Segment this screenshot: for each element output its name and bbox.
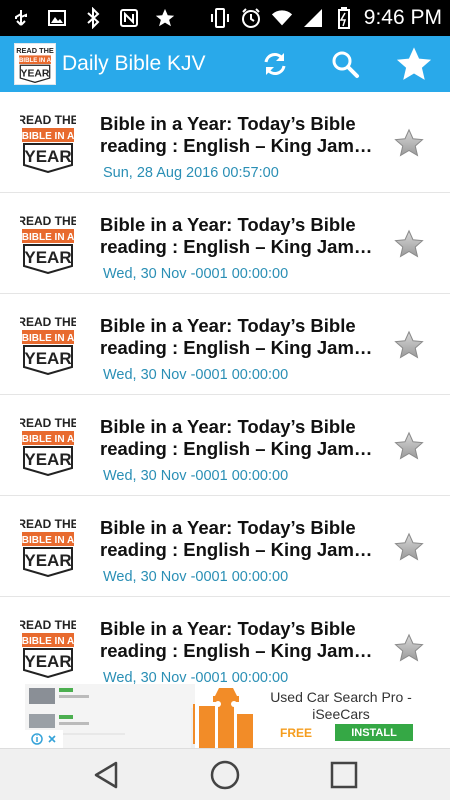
favorite-star-icon[interactable] (394, 633, 424, 663)
list-item[interactable]: READ THE BIBLE IN A YEAR Bible in a Year… (0, 395, 450, 496)
item-title-line1: Bible in a Year: Today’s Bible (100, 214, 356, 235)
nfc-icon (118, 7, 140, 29)
star-icon (154, 7, 176, 29)
photo-icon (46, 7, 68, 29)
logo-text-bible-in-a: BIBLE IN A (22, 434, 74, 445)
refresh-button[interactable] (255, 44, 295, 84)
app-title: Daily Bible KJV (62, 52, 206, 75)
logo-text-year: YEAR (24, 652, 71, 671)
item-date: Wed, 30 Nov -0001 00:00:00 (103, 569, 289, 585)
bible-in-a-year-logo: READ THE BIBLE IN A YEAR (20, 517, 76, 577)
list-item[interactable]: READ THE BIBLE IN A YEAR Bible in a Year… (0, 294, 450, 395)
item-title-line2: reading : English – King James Version (100, 135, 382, 156)
item-title: Bible in a Year: Today’s Bible reading :… (100, 315, 382, 359)
app-logo: READ THE BIBLE IN A YEAR (14, 43, 56, 85)
bible-in-a-year-logo: READ THE BIBLE IN A YEAR (20, 315, 76, 375)
search-button[interactable] (325, 44, 365, 84)
logo-text-year: YEAR (24, 349, 71, 368)
logo-text-read-the: READ THE (20, 517, 76, 531)
item-title-line2: reading : English – King James Version (100, 236, 382, 257)
item-date: Wed, 30 Nov -0001 00:00:00 (103, 468, 289, 484)
ad-banner[interactable]: Used Car Search Pro - iSeeCars FREE INST… (25, 684, 425, 748)
item-title-line2: reading : English – King James Version (100, 640, 382, 661)
favorite-star-icon[interactable] (394, 431, 424, 461)
item-date: Wed, 30 Nov -0001 00:00:00 (103, 266, 289, 282)
item-title: Bible in a Year: Today’s Bible reading :… (100, 618, 382, 662)
favorite-star-icon[interactable] (394, 532, 424, 562)
battery-icon (333, 7, 355, 29)
status-bar: 9:46 PM (0, 0, 450, 36)
list-item[interactable]: READ THE BIBLE IN A YEAR Bible in a Year… (0, 597, 450, 684)
logo-text-year: YEAR (24, 551, 71, 570)
ad-title: Used Car Search Pro - iSeeCars (270, 689, 412, 722)
refresh-icon (264, 53, 286, 75)
vibrate-icon (209, 7, 231, 29)
favorite-star-icon[interactable] (394, 128, 424, 158)
wifi-icon (271, 7, 293, 29)
favorite-star-icon[interactable] (394, 330, 424, 360)
item-title: Bible in a Year: Today’s Bible reading :… (100, 517, 382, 561)
bible-in-a-year-logo: READ THE BIBLE IN A YEAR (20, 416, 76, 476)
favorite-star-icon[interactable] (394, 229, 424, 259)
logo-text-read-the: READ THE (20, 416, 76, 430)
item-title: Bible in a Year: Today’s Bible reading :… (100, 214, 382, 258)
list-item[interactable]: READ THE BIBLE IN A YEAR Bible in a Year… (0, 92, 450, 193)
list-item[interactable]: READ THE BIBLE IN A YEAR Bible in a Year… (0, 496, 450, 597)
favorites-button[interactable] (394, 44, 434, 84)
item-title-line1: Bible in a Year: Today’s Bible (100, 517, 356, 538)
logo-text-bible-in-a: BIBLE IN A (19, 57, 52, 64)
feed-list[interactable]: READ THE BIBLE IN A YEAR Bible in a Year… (0, 92, 450, 684)
logo-text-bible-in-a: BIBLE IN A (22, 636, 74, 647)
item-date: Wed, 30 Nov -0001 00:00:00 (103, 367, 289, 383)
home-icon (210, 760, 240, 790)
signal-icon (302, 7, 324, 29)
logo-text-year: YEAR (24, 248, 71, 267)
bluetooth-icon (82, 7, 104, 29)
item-title: Bible in a Year: Today’s Bible reading :… (100, 113, 382, 157)
item-title-line1: Bible in a Year: Today’s Bible (100, 315, 356, 336)
ad-install-button[interactable]: INSTALL (335, 724, 413, 741)
item-title-line2: reading : English – King James Version (100, 337, 382, 358)
item-title: Bible in a Year: Today’s Bible reading :… (100, 416, 382, 460)
home-button[interactable] (207, 757, 243, 793)
logo-text-bible-in-a: BIBLE IN A (22, 333, 74, 344)
bible-in-a-year-logo: READ THE BIBLE IN A YEAR (20, 618, 76, 678)
navigation-bar (0, 748, 450, 800)
usb-icon (10, 7, 32, 29)
logo-text-bible-in-a: BIBLE IN A (22, 535, 74, 546)
item-title-line1: Bible in a Year: Today’s Bible (100, 113, 356, 134)
app-bar: READ THE BIBLE IN A YEAR Daily Bible KJV (0, 36, 450, 92)
logo-text-year: YEAR (24, 147, 71, 166)
logo-text-bible-in-a: BIBLE IN A (22, 131, 74, 142)
back-icon (94, 761, 118, 789)
item-date: Sun, 28 Aug 2016 00:57:00 (103, 165, 279, 181)
logo-text-read-the: READ THE (16, 46, 54, 55)
ad-app-icon (195, 684, 257, 748)
logo-text-year: YEAR (21, 68, 50, 79)
list-item[interactable]: READ THE BIBLE IN A YEAR Bible in a Year… (0, 193, 450, 294)
recents-icon (330, 761, 358, 789)
logo-text-read-the: READ THE (20, 315, 76, 329)
logo-text-bible-in-a: BIBLE IN A (22, 232, 74, 243)
clock: 9:46 PM (363, 6, 442, 29)
logo-text-read-the: READ THE (20, 113, 76, 127)
back-button[interactable] (88, 757, 124, 793)
logo-text-read-the: READ THE (20, 618, 76, 632)
ad-choices-icon[interactable] (25, 730, 63, 748)
item-title-line2: reading : English – King James Version (100, 438, 382, 459)
item-title-line1: Bible in a Year: Today’s Bible (100, 416, 356, 437)
bible-in-a-year-logo: READ THE BIBLE IN A YEAR (20, 113, 76, 173)
item-title-line2: reading : English – King James Version (100, 539, 382, 560)
alarm-icon (240, 7, 262, 29)
item-date: Wed, 30 Nov -0001 00:00:00 (103, 670, 289, 684)
search-icon (332, 51, 359, 78)
bible-in-a-year-logo: READ THE BIBLE IN A YEAR (20, 214, 76, 274)
favorites-star-icon (396, 47, 432, 80)
ad-free-label: FREE (280, 726, 313, 740)
item-title-line1: Bible in a Year: Today’s Bible (100, 618, 356, 639)
logo-text-year: YEAR (24, 450, 71, 469)
recents-button[interactable] (326, 757, 362, 793)
logo-text-read-the: READ THE (20, 214, 76, 228)
